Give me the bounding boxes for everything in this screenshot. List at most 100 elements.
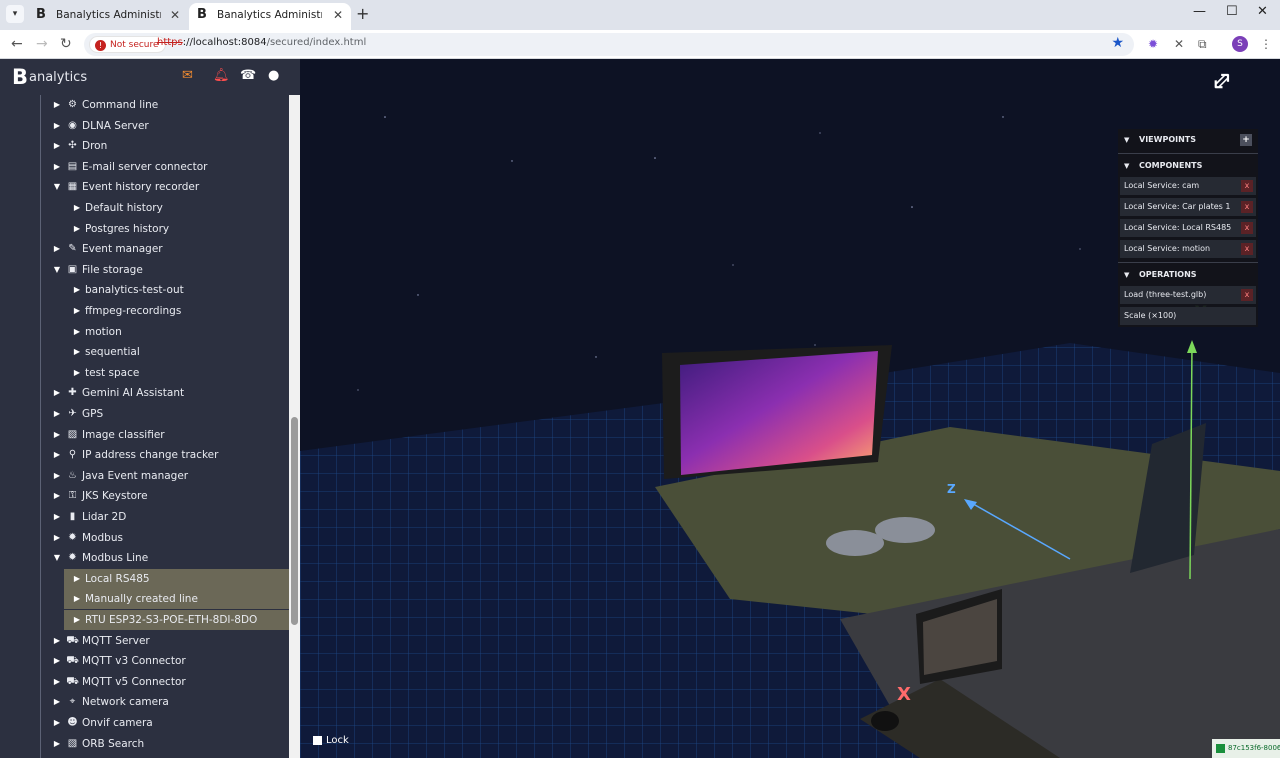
sidebar-item[interactable]: ▶ ⌖ Network camera xyxy=(0,692,289,712)
operations-header[interactable]: ▼ OPERATIONS xyxy=(1118,264,1258,286)
expand-arrow-icon[interactable]: ▶ xyxy=(52,692,62,712)
remove-operation-button[interactable]: x xyxy=(1241,289,1253,301)
sidebar-item[interactable]: ▶ ✣ Dron xyxy=(0,136,289,156)
expand-arrow-icon[interactable]: ▶ xyxy=(52,239,62,259)
browser-tab-2[interactable]: B Banalytics Administration Cons ✕ xyxy=(189,3,351,30)
expand-arrow-icon[interactable]: ▶ xyxy=(72,342,82,362)
maximize-icon[interactable]: ☐ xyxy=(1226,4,1238,19)
sidebar-item[interactable]: ▶ ✹ Modbus xyxy=(0,528,289,548)
sidebar-item[interactable]: ▶ ◉ DLNA Server xyxy=(0,116,289,136)
sidebar-item[interactable]: ▶ ⛟ MQTT v3 Connector xyxy=(0,651,289,671)
user-icon[interactable]: ● xyxy=(268,68,279,83)
sidebar-item[interactable]: ▶ ⚿ JKS Keystore xyxy=(0,486,289,506)
expand-arrow-icon[interactable]: ▶ xyxy=(72,219,82,239)
sidebar-item[interactable]: ▶ ▮ Lidar 2D xyxy=(0,507,289,527)
expand-arrow-icon[interactable]: ▶ xyxy=(52,425,62,445)
sidebar-item[interactable]: ▶ motion xyxy=(0,322,289,342)
components-header[interactable]: ▼ COMPONENTS xyxy=(1118,155,1258,177)
sidebar-item[interactable]: ▶ sequential xyxy=(0,342,289,362)
extension-icon[interactable]: ✹ xyxy=(1148,37,1158,51)
sidebar-item[interactable]: ▶ ▨ Image classifier xyxy=(0,425,289,445)
expand-arrow-icon[interactable]: ▶ xyxy=(52,116,62,136)
bell-icon[interactable]: 🔔︎ xyxy=(213,68,230,83)
sidebar-item[interactable]: ▶ ▤ E-mail server connector xyxy=(0,157,289,177)
remove-component-button[interactable]: x xyxy=(1241,201,1253,213)
expand-arrow-icon[interactable]: ▶ xyxy=(72,280,82,300)
sidebar-item[interactable]: ▼ ✹ Modbus Line xyxy=(0,548,289,568)
expand-arrow-icon[interactable]: ▶ xyxy=(52,734,62,754)
sidebar-item[interactable]: ▶ ☻ Onvif camera xyxy=(0,713,289,733)
sidebar-item[interactable]: ▼ ▦ Event history recorder xyxy=(0,177,289,197)
collapse-arrow-icon[interactable]: ▼ xyxy=(52,177,62,197)
phone-icon[interactable]: ☎ xyxy=(240,68,256,83)
sidebar-item[interactable]: ▶ ⛟ MQTT v5 Connector xyxy=(0,672,289,692)
forward-arrow-icon[interactable]: → xyxy=(36,36,48,52)
security-chip[interactable]: ! Not secure xyxy=(89,36,166,53)
tab-close-icon[interactable]: ✕ xyxy=(333,3,343,27)
back-arrow-icon[interactable]: ← xyxy=(11,36,23,52)
collapse-arrow-icon[interactable]: ▼ xyxy=(52,548,62,568)
browser-menu-icon[interactable]: ⋮ xyxy=(1260,37,1272,51)
expand-arrow-icon[interactable]: ▶ xyxy=(52,157,62,177)
expand-arrow-icon[interactable]: ▶ xyxy=(52,383,62,403)
expand-arrow-icon[interactable]: ▶ xyxy=(52,507,62,527)
expand-arrow-icon[interactable]: ▶ xyxy=(52,713,62,733)
sidebar-item[interactable]: ▶ ✎ Event manager xyxy=(0,239,289,259)
remove-component-button[interactable]: x xyxy=(1241,180,1253,192)
tab-close-icon[interactable]: ✕ xyxy=(170,3,180,27)
collapse-arrow-icon[interactable]: ▼ xyxy=(52,260,62,280)
component-item[interactable]: Local Service: cam x xyxy=(1120,177,1256,195)
expand-arrow-icon[interactable]: ▶ xyxy=(52,672,62,692)
expand-arrow-icon[interactable]: ▶ xyxy=(52,95,62,115)
expand-arrow-icon[interactable]: ▶ xyxy=(72,198,82,218)
sidebar-item[interactable]: ▶ banalytics-test-out xyxy=(0,280,289,300)
tab-search-icon[interactable]: ▾ xyxy=(6,5,24,23)
new-tab-button[interactable]: + xyxy=(356,4,369,23)
3d-viewport[interactable]: Z Y X ⇕ Lock ▼ VIEWPOINTS + ▼ COMPONENTS… xyxy=(300,59,1280,758)
sidebar-item[interactable]: ▶ ⚙ Command line xyxy=(0,95,289,115)
lock-checkbox[interactable] xyxy=(313,735,322,745)
sidebar-item[interactable]: ▶ Manually created line xyxy=(64,589,289,610)
close-window-icon[interactable]: ✕ xyxy=(1257,4,1268,19)
add-viewpoint-button[interactable]: + xyxy=(1240,134,1252,146)
mail-icon[interactable]: ✉ xyxy=(182,68,193,83)
expand-arrow-icon[interactable]: ▶ xyxy=(72,363,82,383)
expand-arrow-icon[interactable]: ▶ xyxy=(52,445,62,465)
reload-icon[interactable]: ↻ xyxy=(60,36,72,52)
sidebar-item[interactable]: ▶ RTU ESP32-S3-POE-ETH-8DI-8DO xyxy=(64,610,289,630)
operation-item[interactable]: Scale (×100) xyxy=(1120,307,1256,325)
sidebar-item[interactable]: ▶ ⚲ IP address change tracker xyxy=(0,445,289,465)
expand-arrow-icon[interactable]: ▶ xyxy=(52,528,62,548)
sidebar-item[interactable]: ▶ ffmpeg-recordings xyxy=(0,301,289,321)
component-item[interactable]: Local Service: Car plates 1 x xyxy=(1120,198,1256,216)
component-item[interactable]: Local Service: motion x xyxy=(1120,240,1256,258)
expand-arrow-icon[interactable]: ▶ xyxy=(52,486,62,506)
bookmark-star-icon[interactable]: ★ xyxy=(1111,35,1124,51)
collapse-icon[interactable]: ▼ xyxy=(1124,155,1129,177)
collapse-icon[interactable]: ▼ xyxy=(1124,129,1129,151)
lock-toggle[interactable]: Lock xyxy=(313,735,349,746)
expand-arrow-icon[interactable]: ▶ xyxy=(52,651,62,671)
profile-avatar[interactable]: S xyxy=(1232,36,1248,52)
sidebar-item[interactable]: ▶ ✚ Gemini AI Assistant xyxy=(0,383,289,403)
expand-arrow-icon[interactable]: ▶ xyxy=(52,136,62,156)
extensions-puzzle-icon[interactable]: ⧉ xyxy=(1198,37,1207,52)
sidebar-scroll-thumb[interactable] xyxy=(291,417,298,625)
minimize-icon[interactable]: — xyxy=(1193,4,1206,19)
expand-arrow-icon[interactable]: ▶ xyxy=(72,610,82,630)
remove-component-button[interactable]: x xyxy=(1241,243,1253,255)
sidebar-item[interactable]: ▶ ✈ GPS xyxy=(0,404,289,424)
collapse-icon[interactable]: ▼ xyxy=(1124,264,1129,286)
component-item[interactable]: Local Service: Local RS485 x xyxy=(1120,219,1256,237)
operation-item[interactable]: Load (three-test.glb) x xyxy=(1120,286,1256,304)
expand-arrow-icon[interactable]: ▶ xyxy=(72,569,82,589)
sidebar-item[interactable]: ▶ Default history xyxy=(0,198,289,218)
sidebar-item[interactable]: ▶ Postgres history xyxy=(0,219,289,239)
expand-arrow-icon[interactable]: ▶ xyxy=(52,631,62,651)
browser-tab-1[interactable]: B Banalytics Administration Cons ✕ xyxy=(28,3,188,30)
sidebar-item[interactable]: ▶ test space xyxy=(0,363,289,383)
sidebar-item[interactable]: ▶ ▧ ORB Search xyxy=(0,734,289,754)
remove-component-button[interactable]: x xyxy=(1241,222,1253,234)
sidebar-item[interactable]: ▶ ⛟ MQTT Server xyxy=(0,631,289,651)
extension-x-icon[interactable]: ✕ xyxy=(1174,37,1184,51)
